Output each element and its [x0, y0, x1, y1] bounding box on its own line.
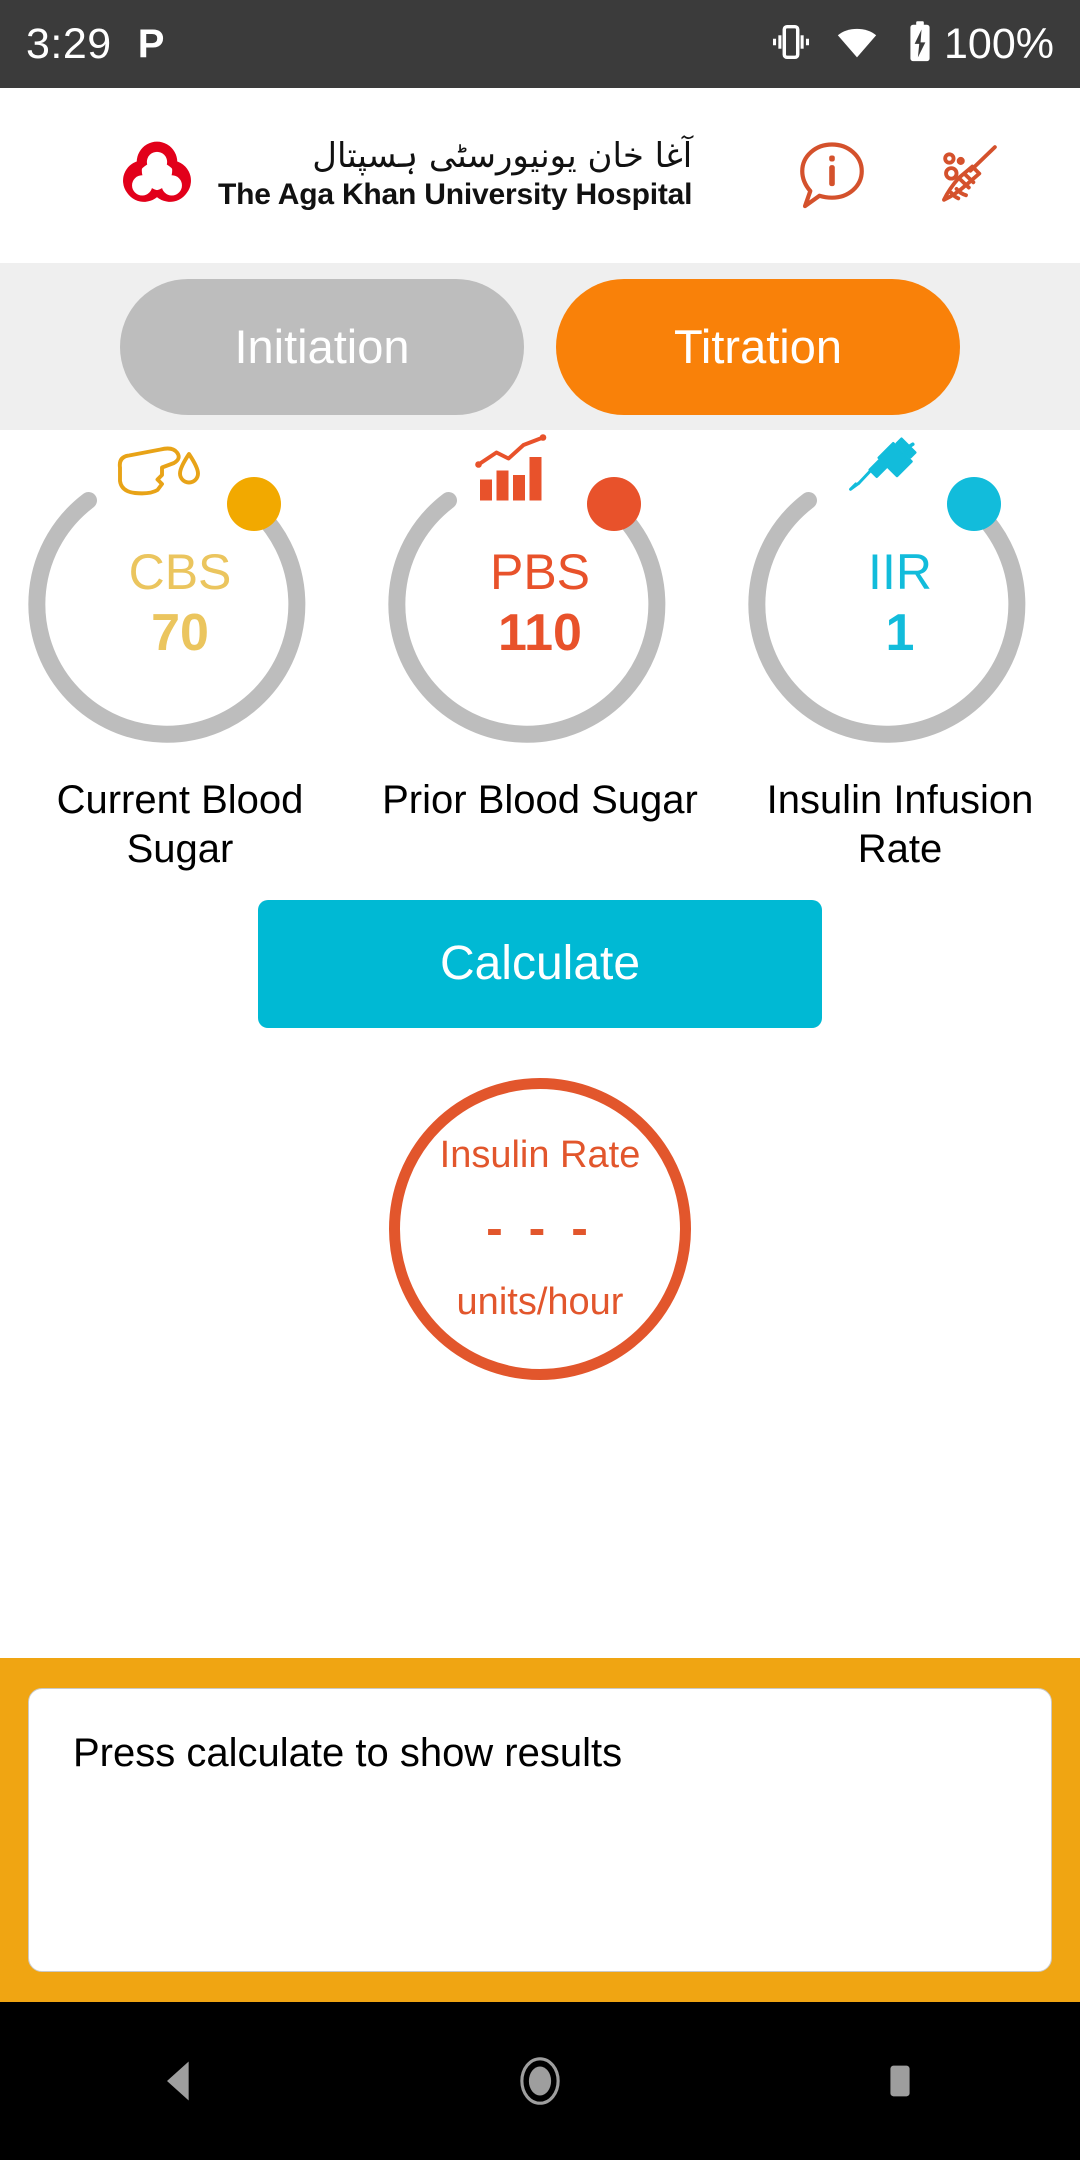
battery-percent-label: 100%	[944, 19, 1054, 68]
logo-urdu-text: آغا خان یونیورسٹی ہسپتال	[312, 136, 693, 177]
insulin-rate-value: - - -	[486, 1199, 594, 1256]
gauge-iir-label: Insulin Infusion Rate	[766, 778, 1034, 871]
back-button[interactable]	[105, 2031, 255, 2131]
logo-english-text: The Aga Khan University Hospital	[218, 177, 693, 211]
gauge-iir[interactable]: IIR 1 Insulin Infusion Rate	[720, 437, 1080, 874]
mode-tab-bar: Initiation Titration	[0, 263, 1080, 430]
finger-blood-drop-icon	[111, 434, 207, 510]
wifi-icon	[834, 19, 880, 70]
results-panel: Press calculate to show results	[0, 1658, 1080, 2002]
tab-initiation[interactable]: Initiation	[120, 278, 524, 415]
android-navigation-bar	[0, 2002, 1080, 2160]
gauge-knob-iir	[947, 477, 1001, 531]
syringe-icon	[831, 434, 927, 510]
gauge-cbs[interactable]: CBS 70 Current Blood Sugar	[0, 438, 360, 874]
bar-chart-trend-icon	[471, 434, 567, 510]
info-icon[interactable]	[790, 134, 874, 218]
calculate-button[interactable]: Calculate	[258, 899, 822, 1028]
gauge-pbs-label: Prior Blood Sugar	[382, 778, 698, 822]
vibrate-icon	[768, 19, 814, 70]
results-message-card: Press calculate to show results	[28, 1688, 1052, 1972]
gauge-knob-cbs	[227, 477, 281, 531]
status-bar-clock: 3:29	[26, 19, 112, 68]
app-header: آغا خان یونیورسٹی ہسپتال The Aga Khan Un…	[0, 88, 1080, 263]
input-gauges: CBS 70 Current Blood Sugar PBS 110 Prior…	[0, 430, 1080, 874]
insulin-rate-result: Insulin Rate - - - units/hour	[389, 1077, 691, 1380]
hospital-logo: آغا خان یونیورسٹی ہسپتال The Aga Khan Un…	[118, 137, 692, 215]
insulin-rate-units: units/hour	[456, 1280, 624, 1323]
gauge-knob-pbs	[587, 477, 641, 531]
gauge-cbs-label: Current Blood Sugar	[56, 778, 304, 871]
gauge-pbs[interactable]: PBS 110 Prior Blood Sugar	[360, 434, 720, 874]
tab-titration[interactable]: Titration	[556, 278, 960, 415]
battery-charging-icon	[900, 19, 940, 70]
status-bar: 3:29 P 100%	[0, 0, 1080, 88]
broom-icon[interactable]	[924, 134, 1008, 218]
aga-khan-trefoil-logo-icon	[118, 137, 196, 215]
insulin-rate-title: Insulin Rate	[439, 1133, 641, 1176]
parking-app-icon: P	[137, 21, 165, 66]
recents-button[interactable]	[825, 2031, 975, 2131]
home-button[interactable]	[465, 2031, 615, 2131]
